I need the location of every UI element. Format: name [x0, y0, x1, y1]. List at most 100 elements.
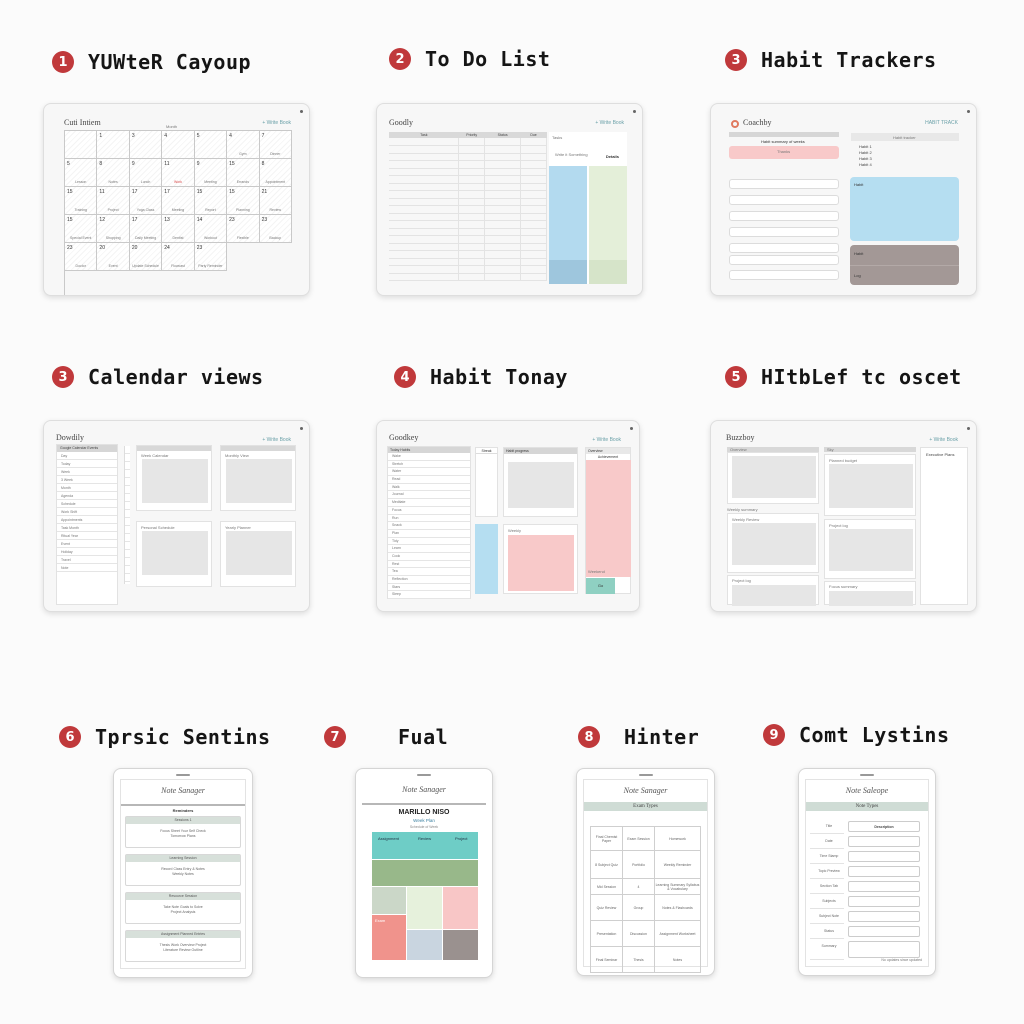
exam-row[interactable]: Mid Session 4 Learning Summary Syllabus & … [590, 878, 701, 895]
todo-row[interactable] [389, 175, 547, 184]
todo-row[interactable] [389, 265, 547, 274]
todo-row[interactable] [389, 160, 547, 169]
habit-list-item[interactable]: Wake [388, 453, 470, 461]
calendar-day-cell[interactable]: 20 Update Schedule [129, 243, 163, 271]
session-card[interactable]: Resource Session Take Note Goals to Solve… [125, 892, 241, 924]
todo-row[interactable] [389, 250, 547, 259]
habit-list-item[interactable]: Read [388, 476, 470, 484]
field-input[interactable] [848, 896, 920, 907]
exam-row[interactable]: Final Seminar Thesis Notes [590, 946, 701, 973]
habit-list-item[interactable]: Sleep [388, 591, 470, 600]
calendar-day-cell[interactable]: 23 Flexible [227, 215, 260, 243]
field-input[interactable] [848, 851, 920, 862]
calendar-day-cell[interactable]: 8 Appointment [259, 159, 292, 187]
sidebar-item[interactable]: Day [57, 452, 117, 460]
habit-track-link[interactable]: HABIT TRACK [925, 120, 958, 126]
calendar-day-cell[interactable]: 17 Daily Meeting [129, 215, 163, 243]
calendar-day-cell[interactable]: 17 Meeting [162, 187, 195, 215]
write-book-link[interactable]: + Write Book [262, 120, 291, 126]
habit-list-item[interactable]: Tea [388, 568, 470, 576]
go-button[interactable]: Go [586, 578, 615, 594]
write-book-link[interactable]: + Write Book [595, 120, 624, 126]
calendar-day-cell[interactable]: 4 [162, 131, 195, 159]
field-input[interactable] [848, 866, 920, 877]
todo-row[interactable] [389, 138, 547, 146]
calendar-day-cell[interactable]: 5 Lesson [65, 159, 98, 187]
habit-list-item[interactable]: Cook [388, 553, 470, 561]
calendar-day-cell[interactable]: 15 Special Event [65, 215, 98, 243]
calendar-view-card[interactable]: Personal Schedule [136, 521, 212, 587]
field-input[interactable] [848, 941, 920, 958]
field-input[interactable] [848, 836, 920, 847]
field-input[interactable] [848, 911, 920, 922]
todo-row[interactable] [389, 228, 547, 236]
write-book-link[interactable]: + Write Book [592, 437, 621, 443]
calendar-day-cell[interactable]: 1 [97, 131, 130, 159]
calendar-day-cell[interactable]: 17 Yoga Class [129, 187, 163, 215]
sidebar-item[interactable]: Event [57, 540, 117, 548]
todo-row[interactable] [389, 168, 547, 176]
calendar-day-cell[interactable]: 15 Report [194, 187, 228, 215]
todo-row[interactable] [389, 190, 547, 199]
habit-list-item[interactable]: Reflection [388, 576, 470, 584]
sidebar-item[interactable]: Note [57, 564, 117, 572]
habit-input-field[interactable] [729, 243, 839, 253]
calendar-day-cell[interactable]: 14 Workout [194, 215, 228, 243]
calendar-day-cell[interactable] [65, 131, 98, 159]
calendar-day-cell[interactable]: 24 Flowcast [162, 243, 195, 271]
habit-list-item[interactable]: Learn [388, 545, 470, 553]
session-card[interactable]: Learning Session Record Class Entry & Not… [125, 854, 241, 886]
calendar-day-cell[interactable]: 3 [129, 131, 163, 159]
calendar-day-cell[interactable]: 20 Event [97, 243, 130, 271]
calendar-day-cell[interactable]: 4 Gym [227, 131, 260, 159]
calendar-day-cell[interactable]: 11 Work [162, 159, 195, 187]
details-badge[interactable]: Details [606, 154, 619, 159]
calendar-day-cell[interactable]: 9 Lunch [129, 159, 163, 187]
sidebar-item[interactable]: Work Shift [57, 508, 117, 516]
exam-row[interactable]: 8 Subject Quiz Portfolio Weekly Reminder [590, 850, 701, 879]
sidebar-item[interactable]: Task Month [57, 524, 117, 532]
field-input[interactable] [848, 881, 920, 892]
todo-row[interactable] [389, 243, 547, 251]
calendar-day-cell[interactable]: 12 Shopping [97, 215, 130, 243]
habit-list-item[interactable]: Stars [388, 584, 470, 592]
exam-row[interactable]: Presentation Discussion Assignment Workshe… [590, 920, 701, 947]
exam-row[interactable]: Final Chemist Paper Exam Session Homework [590, 826, 701, 851]
habit-list-item[interactable]: Tidy [388, 538, 470, 546]
write-book-link[interactable]: + Write Book [262, 437, 291, 443]
habit-list-item[interactable]: Plan [388, 530, 470, 538]
habit-list-item[interactable]: Snack [388, 522, 470, 530]
todo-row[interactable] [389, 205, 547, 214]
calendar-day-cell[interactable]: 15 Training [65, 187, 98, 215]
calendar-day-cell[interactable]: 15 Planning [227, 187, 260, 215]
sidebar-item[interactable]: Agenda [57, 492, 117, 500]
habit-input-field[interactable] [729, 179, 839, 189]
sidebar-item[interactable]: Travel [57, 556, 117, 564]
habit-list-item[interactable]: Walk [388, 484, 470, 492]
habit-list-item[interactable]: Run [388, 515, 470, 523]
sidebar-item[interactable]: Schedule [57, 500, 117, 508]
todo-row[interactable] [389, 220, 547, 229]
habit-input-field[interactable] [729, 270, 839, 280]
field-input[interactable] [848, 926, 920, 937]
calendar-day-cell[interactable]: 8 Notes [97, 159, 130, 187]
todo-row[interactable] [389, 198, 547, 206]
calendar-day-cell[interactable]: 15 Errands [227, 159, 260, 187]
calendar-day-cell[interactable]: 23 Party Reminder [194, 243, 228, 271]
sidebar-item[interactable]: Holiday [57, 548, 117, 556]
calendar-day-cell[interactable]: 23 Backup [259, 215, 292, 243]
todo-row[interactable] [389, 183, 547, 191]
habit-list-item[interactable]: Water [388, 468, 470, 477]
session-card[interactable]: Sessions 1 Focus Sheet Your Self Check Tom… [125, 816, 241, 848]
habit-list-item[interactable]: Habit 4 [859, 162, 872, 168]
todo-row[interactable] [389, 235, 547, 244]
calendar-day-cell[interactable]: 11 Project [97, 187, 130, 215]
calendar-day-cell[interactable]: 13 Dentist [162, 215, 195, 243]
sidebar-item[interactable]: Week [57, 468, 117, 476]
calendar-view-card[interactable]: Monthly View [220, 445, 296, 511]
write-book-link[interactable]: + Write Book [929, 437, 958, 443]
habit-input-field[interactable] [729, 227, 839, 237]
sidebar-item[interactable]: Month [57, 484, 117, 492]
calendar-view-card[interactable]: Yearly Planner [220, 521, 296, 587]
session-card[interactable]: Assignment Planned Entries Thesis Work Ov… [125, 930, 241, 962]
